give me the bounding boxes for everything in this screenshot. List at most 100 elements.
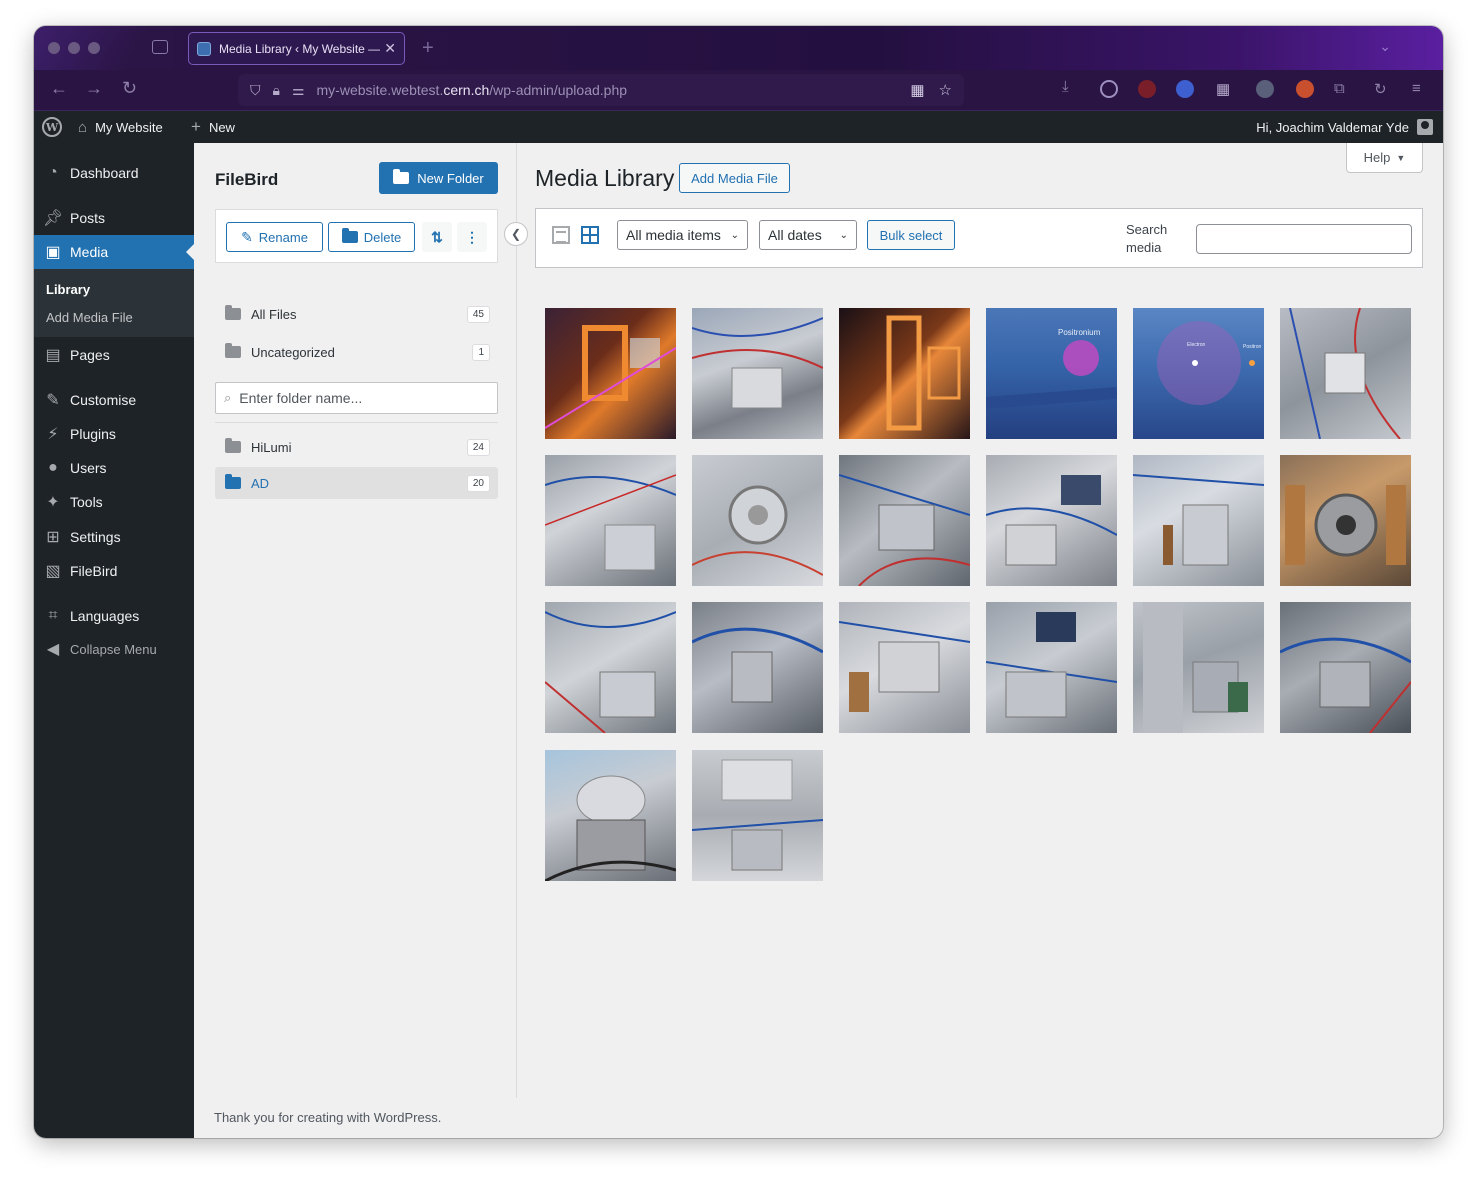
- mask-extension-icon[interactable]: [1256, 80, 1274, 98]
- site-name-link[interactable]: ⌂ My Website: [78, 111, 163, 143]
- lab-equipment-image: [692, 627, 823, 703]
- sync-icon[interactable]: ↻: [1374, 80, 1387, 98]
- lab-equipment-image: [1133, 474, 1264, 566]
- new-tab-icon[interactable]: +: [422, 37, 434, 60]
- uncategorized-folder-icon: [225, 343, 241, 358]
- rename-button[interactable]: ✎ Rename: [226, 222, 323, 252]
- chevron-down-icon[interactable]: ⌄: [1379, 38, 1391, 55]
- sidebar-item-dashboard[interactable]: ◔ Dashboard: [34, 156, 194, 190]
- maximize-window-button[interactable]: [88, 42, 100, 54]
- extension-v-icon[interactable]: [1176, 80, 1194, 98]
- forward-icon[interactable]: →: [85, 78, 103, 99]
- positronium-label: Positronium: [1058, 328, 1101, 337]
- url-text[interactable]: my-website.webtest.cern.ch/wp-admin/uplo…: [317, 82, 628, 98]
- sidebar-item-customise[interactable]: ✎ Customise: [34, 383, 194, 417]
- sidebar-item-plugins[interactable]: ⚡︎ Plugins: [34, 417, 194, 451]
- close-window-button[interactable]: [48, 42, 60, 54]
- media-thumbnail[interactable]: Electron Positron: [1133, 308, 1264, 439]
- lab-equipment-image: [986, 475, 1117, 566]
- more-options-icon[interactable]: ⋮: [457, 222, 487, 252]
- folder-uncategorized[interactable]: Uncategorized 1: [215, 336, 498, 368]
- site-permissions-icon[interactable]: ⚌: [292, 82, 305, 99]
- media-type-filter[interactable]: All media items ⌄: [617, 220, 748, 250]
- my-account-link[interactable]: Hi, Joachim Valdemar Yde: [1256, 111, 1433, 143]
- extensions-grid-icon[interactable]: ▦: [1216, 80, 1230, 98]
- media-thumbnail[interactable]: [1133, 455, 1264, 586]
- qr-code-icon[interactable]: ▦: [910, 81, 924, 99]
- submenu-library[interactable]: Library: [46, 282, 90, 297]
- sidebar-item-users[interactable]: ● Users: [34, 451, 194, 485]
- folder-hilumi[interactable]: HiLumi 24: [215, 431, 498, 463]
- media-thumbnail[interactable]: [986, 455, 1117, 586]
- media-thumbnail[interactable]: [692, 602, 823, 733]
- media-thumbnail[interactable]: Positronium: [986, 308, 1117, 439]
- delete-folder-icon: [341, 228, 358, 243]
- media-thumbnail[interactable]: [545, 750, 676, 881]
- url-bar[interactable]: ⛉ 🔒︎ ⚌ my-website.webtest.cern.ch/wp-adm…: [238, 74, 964, 106]
- new-folder-button[interactable]: New Folder: [379, 162, 498, 194]
- bulk-select-button[interactable]: Bulk select: [867, 220, 955, 250]
- app-menu-icon[interactable]: ≡: [1412, 80, 1421, 97]
- media-thumbnail[interactable]: [839, 308, 970, 439]
- sidebar-item-pages[interactable]: ▤ Pages: [34, 338, 194, 372]
- folder-icon: [225, 474, 241, 489]
- download-icon[interactable]: ⤓: [1062, 78, 1069, 95]
- close-tab-icon[interactable]: ✕: [384, 40, 396, 57]
- media-thumbnail[interactable]: [1133, 602, 1264, 733]
- collapse-menu-button[interactable]: ◀ Collapse Menu: [34, 632, 194, 666]
- lab-equipment-image: [1289, 308, 1401, 439]
- account-icon[interactable]: [1100, 80, 1118, 98]
- folder-ad[interactable]: AD 20: [215, 467, 498, 499]
- media-thumbnail[interactable]: [545, 602, 676, 733]
- media-thumbnail[interactable]: [692, 750, 823, 881]
- back-icon[interactable]: ←: [50, 78, 68, 99]
- delete-button[interactable]: Delete: [328, 222, 415, 252]
- sidebar-item-settings[interactable]: ⊞ Settings: [34, 520, 194, 554]
- minimize-window-button[interactable]: [68, 42, 80, 54]
- media-thumbnail[interactable]: [839, 602, 970, 733]
- puzzle-icon[interactable]: ⧉: [1334, 80, 1345, 97]
- media-thumbnail[interactable]: [692, 455, 823, 586]
- sidebar-item-posts[interactable]: 📌︎ Posts: [34, 201, 194, 235]
- sidebar-item-filebird[interactable]: ▧ FileBird: [34, 554, 194, 588]
- sidebar-item-media[interactable]: ▣ Media: [34, 235, 194, 269]
- collapse-panel-icon[interactable]: ❮: [504, 222, 528, 246]
- sort-icon[interactable]: ⇅: [422, 222, 452, 252]
- shield-icon[interactable]: ⛉: [250, 82, 261, 99]
- media-thumbnail[interactable]: [545, 455, 676, 586]
- help-button[interactable]: Help ▼: [1346, 143, 1423, 173]
- sidebar-item-languages[interactable]: ⌗ Languages: [34, 599, 194, 633]
- media-toolbar: All media items ⌄ All dates ⌄ Bulk select …: [535, 208, 1423, 268]
- add-media-file-button[interactable]: Add Media File: [679, 163, 790, 193]
- wordpress-logo-icon[interactable]: W: [42, 111, 62, 143]
- new-content-link[interactable]: + New: [191, 111, 235, 143]
- media-thumbnail[interactable]: [986, 602, 1117, 733]
- folder-search-input[interactable]: ⌕ Enter folder name...: [215, 382, 498, 414]
- orange-extension-icon[interactable]: [1296, 80, 1314, 98]
- grid-view-icon[interactable]: [581, 226, 599, 244]
- foil-wrapped-chamber-image: [545, 775, 676, 881]
- media-thumbnail[interactable]: [1280, 602, 1411, 733]
- tab-overview-icon[interactable]: [152, 40, 168, 54]
- lab-equipment-image: [692, 317, 823, 409]
- media-thumbnail[interactable]: [839, 455, 970, 586]
- bookmark-star-icon[interactable]: ☆: [939, 81, 952, 99]
- browser-tab-active[interactable]: Media Library ‹ My Website — W ✕: [188, 32, 405, 65]
- media-thumbnail[interactable]: [545, 308, 676, 439]
- reload-icon[interactable]: ↻: [122, 78, 137, 99]
- lock-icon[interactable]: 🔒︎: [273, 82, 280, 99]
- media-thumbnail[interactable]: [1280, 308, 1411, 439]
- submenu-add-media[interactable]: Add Media File: [46, 310, 133, 325]
- home-folder-icon: [225, 305, 241, 320]
- date-filter[interactable]: All dates ⌄: [759, 220, 857, 250]
- folder-count: 20: [466, 474, 490, 492]
- folder-all-files[interactable]: All Files 45: [215, 298, 498, 330]
- search-media-input[interactable]: [1196, 224, 1412, 254]
- folder-count: 45: [466, 305, 490, 323]
- sidebar-item-tools[interactable]: ✦ Tools: [34, 485, 194, 519]
- ublock-icon[interactable]: [1138, 80, 1156, 98]
- list-view-icon[interactable]: [552, 226, 570, 244]
- media-thumbnail[interactable]: [692, 308, 823, 439]
- media-thumbnail[interactable]: [1280, 455, 1411, 586]
- experimental-hall-image: [692, 759, 823, 871]
